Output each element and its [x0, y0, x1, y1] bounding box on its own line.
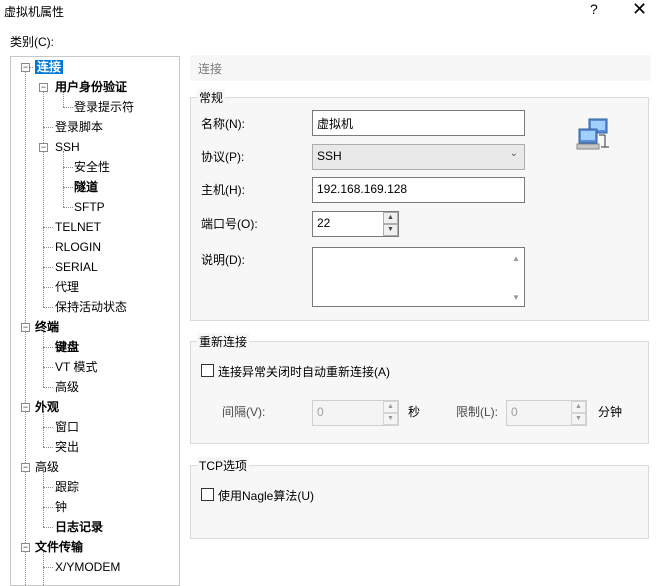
port-label: 端口号(O): [201, 217, 258, 231]
port-increment-button[interactable]: ▲ [383, 212, 398, 224]
panel-title: 连接 [190, 55, 651, 81]
tree-item-telnet[interactable]: TELNET [55, 218, 101, 236]
tree-item-proxy[interactable]: 代理 [55, 278, 79, 296]
host-field[interactable]: 192.168.169.128 [312, 177, 525, 203]
tree-item-keyboard[interactable]: 键盘 [55, 338, 79, 356]
tree-item-user-auth[interactable]: 用户身份验证 [55, 78, 127, 96]
tree-item-keepalive[interactable]: 保持活动状态 [55, 298, 127, 316]
tree-item-vt-mode[interactable]: VT 模式 [55, 358, 97, 376]
port-decrement-button[interactable]: ▼ [383, 224, 398, 236]
collapse-advanced-icon[interactable]: − [21, 463, 30, 472]
general-group-title: 常规 [197, 89, 226, 106]
tree-item-sftp[interactable]: SFTP [74, 198, 105, 216]
auto-reconnect-checkbox[interactable] [201, 364, 214, 377]
tree-item-connection[interactable]: 连接 [35, 58, 64, 76]
auto-reconnect-label: 连接异常关闭时自动重新连接(A) [218, 365, 390, 379]
tree-item-advanced-terminal[interactable]: 高级 [55, 378, 79, 396]
interval-increment-button[interactable]: ▲ [383, 401, 398, 413]
limit-decrement-button[interactable]: ▼ [571, 413, 586, 425]
collapse-connection-icon[interactable]: − [21, 63, 30, 72]
tree-item-security[interactable]: 安全性 [74, 158, 110, 176]
interval-unit: 秒 [408, 405, 421, 419]
host-label: 主机(H): [201, 183, 245, 197]
chevron-down-icon: ⌄ [509, 148, 518, 159]
tree-item-ssh[interactable]: SSH [55, 138, 80, 156]
collapse-ssh-icon[interactable]: − [39, 143, 48, 152]
protocol-label: 协议(P): [201, 150, 245, 164]
tree-item-highlight[interactable]: 突出 [55, 438, 79, 456]
protocol-value: SSH [317, 149, 342, 163]
window-title: 虚拟机属性 [4, 5, 65, 19]
scroll-down-icon[interactable]: ▼ [512, 293, 520, 302]
collapse-file-transfer-icon[interactable]: − [21, 543, 30, 552]
title-bar: 虚拟机属性 ? ✕ [0, 0, 662, 24]
category-tree[interactable]: − − − − − − − 连接 用户身份验证 登录提示符 登录脚本 SSH 安… [10, 56, 180, 586]
tree-item-logging[interactable]: 日志记录 [55, 518, 103, 536]
description-field[interactable] [312, 247, 525, 307]
reconnect-group-title: 重新连接 [197, 333, 250, 350]
close-button[interactable]: ✕ [632, 0, 647, 20]
limit-label: 限制(L): [456, 405, 499, 419]
interval-label: 间隔(V): [222, 405, 266, 419]
description-label: 说明(D): [201, 253, 245, 267]
scroll-up-icon[interactable]: ▲ [512, 254, 520, 263]
interval-decrement-button[interactable]: ▼ [383, 413, 398, 425]
tree-item-appearance[interactable]: 外观 [35, 398, 59, 416]
name-label: 名称(N): [201, 117, 245, 131]
tcp-options-group-title: TCP选项 [197, 457, 250, 474]
nagle-checkbox[interactable] [201, 488, 214, 501]
tree-item-trace[interactable]: 跟踪 [55, 478, 79, 496]
protocol-select[interactable]: SSH ⌄ [312, 144, 525, 170]
collapse-user-auth-icon[interactable]: − [39, 83, 48, 92]
tree-item-serial[interactable]: SERIAL [55, 258, 98, 276]
tree-item-rlogin[interactable]: RLOGIN [55, 238, 101, 256]
tree-item-window[interactable]: 窗口 [55, 418, 79, 436]
name-field[interactable]: 虚拟机 [312, 110, 525, 136]
category-label: 类别(C): [10, 35, 54, 49]
tree-item-xymodem[interactable]: X/YMODEM [55, 558, 120, 576]
tree-item-terminal[interactable]: 终端 [35, 318, 59, 336]
limit-increment-button[interactable]: ▲ [571, 401, 586, 413]
help-button[interactable]: ? [590, 1, 598, 17]
nagle-label: 使用Nagle算法(U) [218, 489, 315, 503]
collapse-appearance-icon[interactable]: − [21, 403, 30, 412]
tree-item-file-transfer[interactable]: 文件传输 [35, 538, 83, 556]
tree-item-bell[interactable]: 钟 [55, 498, 67, 516]
network-computers-icon [576, 118, 609, 150]
tree-item-advanced[interactable]: 高级 [35, 458, 59, 476]
reconnect-group [190, 341, 649, 444]
tree-item-tunnel[interactable]: 隧道 [74, 178, 98, 196]
tree-item-login-script[interactable]: 登录脚本 [55, 118, 103, 136]
limit-unit: 分钟 [598, 405, 623, 419]
collapse-terminal-icon[interactable]: − [21, 323, 30, 332]
tree-item-login-prompt[interactable]: 登录提示符 [74, 98, 134, 116]
